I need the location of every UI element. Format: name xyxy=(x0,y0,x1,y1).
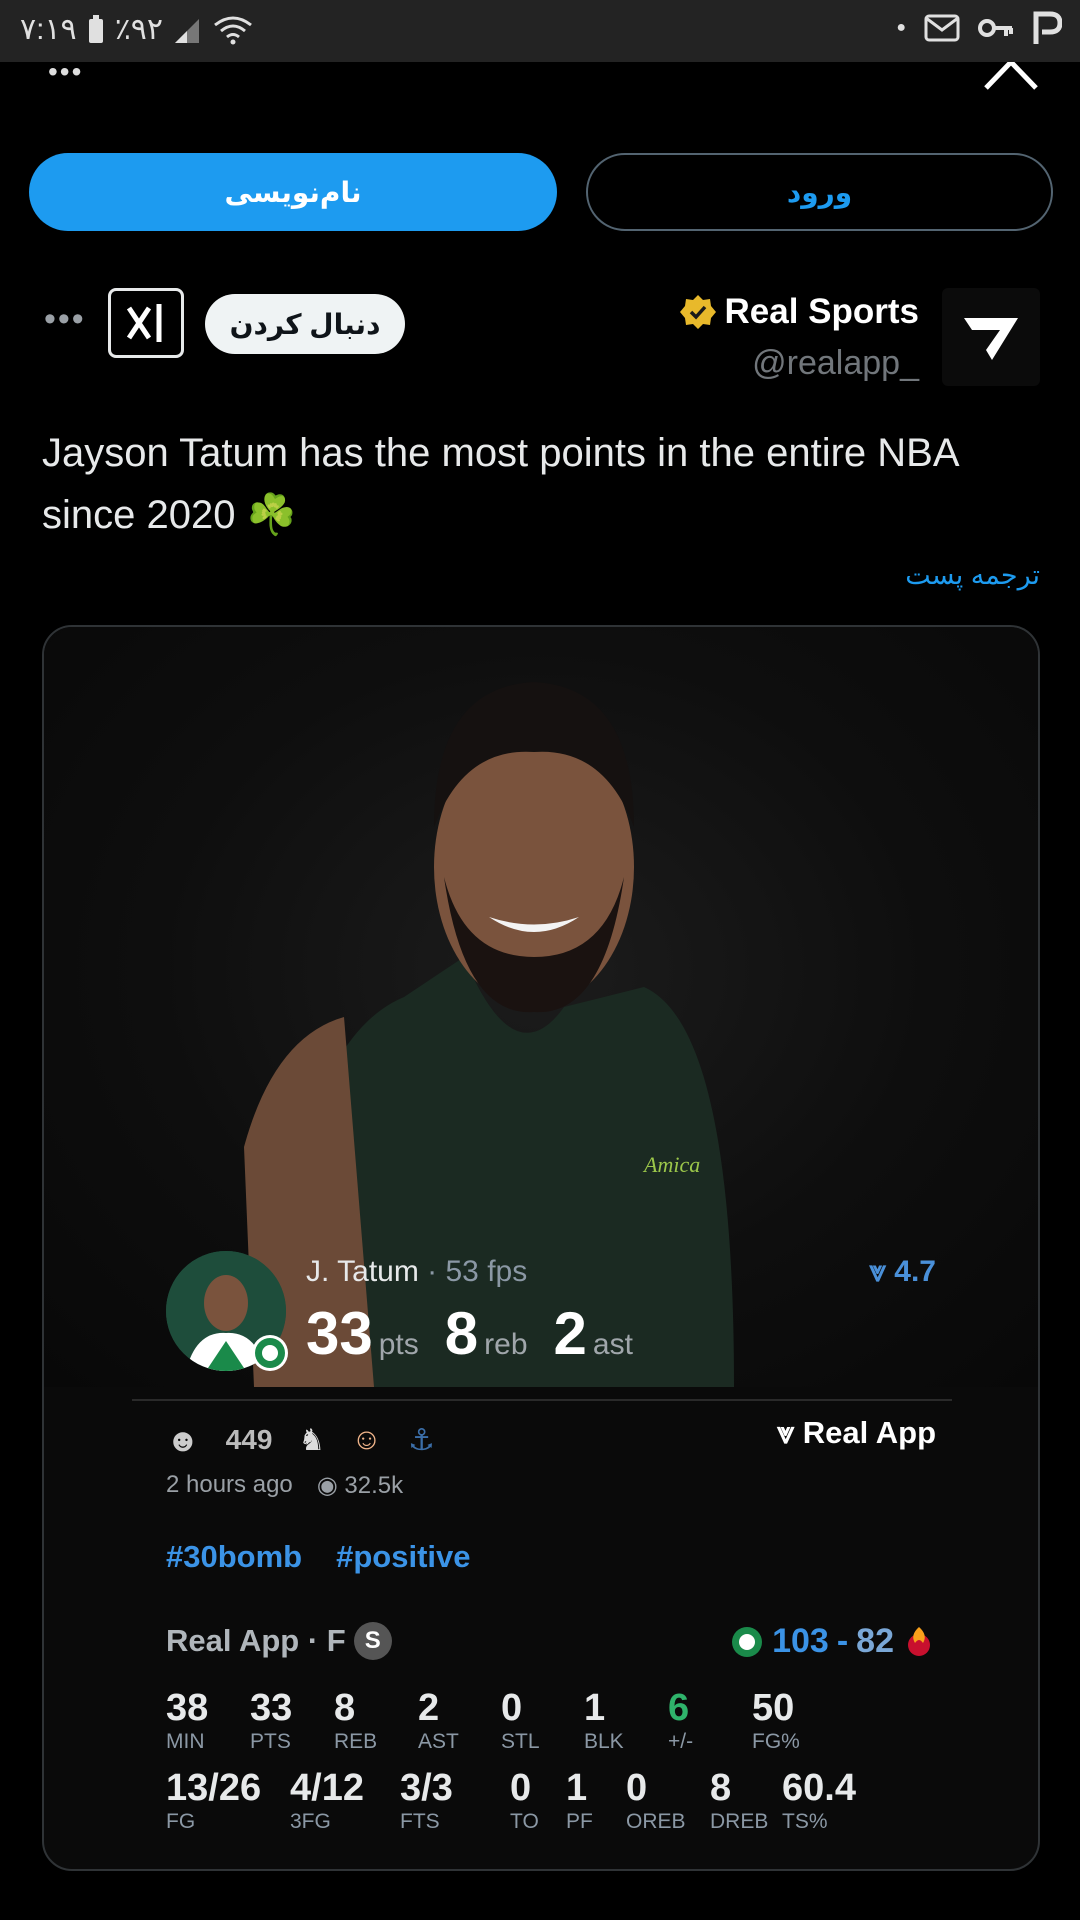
battery-icon xyxy=(88,14,103,43)
stat-cell: 13/26 FG xyxy=(166,1767,262,1833)
stat-cell: 8 REB xyxy=(334,1687,378,1753)
more-options-icon[interactable]: ••• xyxy=(44,300,86,339)
player-name: J. Tatum xyxy=(306,1255,419,1288)
home-score: 103 xyxy=(772,1622,829,1660)
player-rating: ⩔ 4.7 xyxy=(869,1255,936,1289)
reactions-row: ☻ 449 ♞ ☺ ⚓ ⩔ Real App xyxy=(166,1415,936,1465)
battery-percent: ٪۹۲ xyxy=(114,13,164,46)
real-app-brand[interactable]: ⩔ Real App xyxy=(777,1415,936,1452)
post-meta: 2 hours ago ◉ 32.5k xyxy=(166,1471,403,1500)
author-name-row[interactable]: Real Sports xyxy=(679,292,920,332)
status-right: ● xyxy=(896,10,1062,46)
big-stat-reb: 8 reb xyxy=(444,1300,528,1367)
rating-value: 4.7 xyxy=(894,1255,936,1288)
avatar[interactable] xyxy=(942,288,1040,386)
hashtag[interactable]: #30bomb xyxy=(166,1539,302,1575)
big-stats: 33 pts 8 reb 2 ast xyxy=(306,1299,633,1368)
reaction-count: 449 xyxy=(225,1424,273,1455)
hashtag[interactable]: #positive xyxy=(336,1539,470,1575)
translate-link[interactable]: ترجمه پست xyxy=(905,560,1040,591)
game-label: Real App · F S xyxy=(166,1622,392,1660)
signup-button[interactable]: نام‌نویسی xyxy=(29,153,557,231)
eye-icon: ◉ xyxy=(316,1472,338,1499)
stat-cell: 0 OREB xyxy=(626,1767,686,1833)
stat-cell: 8 DREB xyxy=(710,1767,769,1833)
x-logo-icon[interactable] xyxy=(982,62,1040,92)
media-card[interactable]: Amica J. Tatum · 53 fps ⩔ 4.7 33 pts 8 reb… xyxy=(42,625,1040,1871)
login-button[interactable]: ورود xyxy=(586,153,1053,231)
verified-badge-icon xyxy=(679,295,716,329)
game-score: 103-82 xyxy=(730,1622,936,1661)
follow-button[interactable]: دنبال کردن xyxy=(205,294,405,354)
stat-cell: 38 MIN xyxy=(166,1687,209,1753)
p-app-icon xyxy=(1033,11,1062,44)
notification-dot-icon: ● xyxy=(896,19,906,36)
rating-logo-icon: ⩔ xyxy=(869,1255,886,1288)
mail-icon xyxy=(924,14,960,42)
stat-cell: 0 STL xyxy=(501,1687,540,1753)
status-left: ۷:۱۹ ٪۹۲ xyxy=(20,12,253,47)
post-author: Real Sports @realapp_ دنبال کردن ••• xyxy=(0,288,1080,398)
status-time: ۷:۱۹ xyxy=(20,13,77,46)
stat-cell: 50 FG% xyxy=(752,1687,800,1753)
player-fps: · 53 fps xyxy=(427,1255,528,1288)
stat-cell: 1 PF xyxy=(566,1767,593,1833)
stat-cell: 4/12 3FG xyxy=(290,1767,364,1833)
views: ◉ 32.5k xyxy=(316,1472,404,1499)
hashtags: #30bomb #positive xyxy=(166,1539,471,1575)
celtics-logo-icon xyxy=(252,1335,288,1371)
stat-cell-plus-minus: 6 +/- xyxy=(668,1687,694,1753)
tweet-text: Jayson Tatum has the most points in the … xyxy=(42,431,958,537)
status-bar: ۷:۱۹ ٪۹۲ ● xyxy=(0,0,1080,62)
top-nav: ••• xyxy=(0,56,1080,122)
grok-icon xyxy=(126,304,162,342)
real-app-logo-icon: ⩔ xyxy=(776,1415,795,1450)
author-name: Real Sports xyxy=(724,292,920,331)
player-name-line: J. Tatum · 53 fps xyxy=(306,1255,527,1289)
time-ago: 2 hours ago xyxy=(166,1471,293,1498)
clown-icon[interactable]: ☺ xyxy=(351,1423,382,1457)
more-icon[interactable]: ••• xyxy=(48,56,83,88)
grok-button[interactable] xyxy=(108,288,184,358)
player-summary: J. Tatum · 53 fps ⩔ 4.7 33 pts 8 reb 2 ast xyxy=(166,1251,936,1381)
heat-logo-icon xyxy=(908,1626,930,1656)
big-stat-pts: 33 pts xyxy=(306,1300,419,1367)
stat-cell: 33 PTS xyxy=(250,1687,293,1753)
key-icon xyxy=(978,19,1013,37)
goat-icon[interactable]: ♞ xyxy=(298,1423,325,1458)
big-stat-ast: 2 ast xyxy=(553,1300,633,1367)
svg-text:Amica: Amica xyxy=(642,1152,700,1177)
stat-cell: 3/3 FTS xyxy=(400,1767,453,1833)
anchor-icon[interactable]: ⚓ xyxy=(408,1423,435,1458)
away-score: 82 xyxy=(856,1622,894,1660)
stat-cell: 60.4 TS% xyxy=(782,1767,856,1833)
real-sports-logo-icon xyxy=(964,318,1018,360)
status-badge: S xyxy=(353,1622,392,1660)
celtics-logo-icon xyxy=(732,1626,763,1657)
stat-cell: 1 BLK xyxy=(584,1687,624,1753)
stat-cell: 2 AST xyxy=(418,1687,459,1753)
signal-icon xyxy=(175,18,200,43)
author-handle[interactable]: @realapp_ xyxy=(752,344,919,383)
divider xyxy=(132,1399,952,1401)
wifi-icon xyxy=(214,16,252,44)
smiley-icon[interactable]: ☻ xyxy=(166,1422,200,1459)
game-header: Real App · F S 103-82 xyxy=(166,1622,936,1672)
stat-cell: 0 TO xyxy=(510,1767,539,1833)
